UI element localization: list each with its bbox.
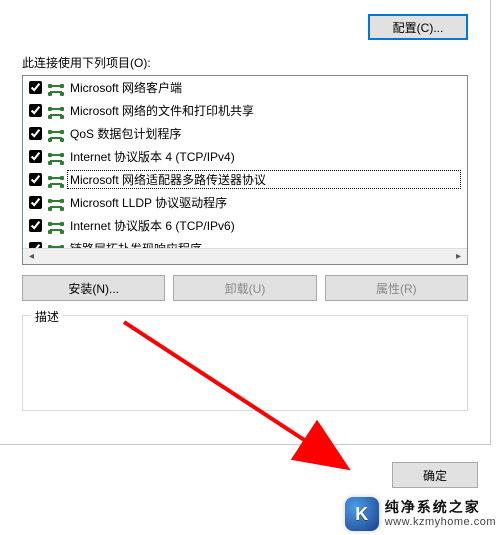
- network-protocol-icon: [48, 218, 64, 234]
- network-protocol-icon: [48, 103, 64, 119]
- list-item[interactable]: Microsoft 网络的文件和打印机共享: [23, 99, 467, 122]
- watermark-title: 纯净系统之家: [385, 500, 496, 515]
- scroll-track[interactable]: [40, 249, 450, 264]
- scroll-right-arrow[interactable]: ▸: [450, 249, 467, 264]
- watermark-logo-icon: K: [345, 497, 379, 531]
- network-protocol-icon: [48, 80, 64, 96]
- list-h-scrollbar[interactable]: ◂ ▸: [23, 248, 467, 264]
- item-checkbox[interactable]: [29, 127, 42, 140]
- uninstall-button[interactable]: 卸载(U): [173, 275, 316, 301]
- properties-button[interactable]: 属性(R): [325, 275, 468, 301]
- network-protocol-icon: [48, 241, 64, 249]
- item-checkbox[interactable]: [29, 173, 42, 186]
- list-item[interactable]: Microsoft 网络适配器多路传送器协议: [23, 168, 467, 191]
- network-protocol-icon: [48, 126, 64, 142]
- description-label: 描述: [31, 308, 63, 325]
- network-protocol-icon: [48, 172, 64, 188]
- list-item[interactable]: Internet 协议版本 6 (TCP/IPv6): [23, 214, 467, 237]
- watermark: K 纯净系统之家 www.kzmyhome.com: [345, 497, 496, 531]
- item-label: Internet 协议版本 4 (TCP/IPv4): [70, 148, 461, 165]
- item-label: 链路层拓扑发现响应程序: [70, 240, 461, 248]
- item-label: Microsoft 网络客户端: [70, 79, 461, 96]
- network-protocol-icon: [48, 195, 64, 211]
- item-label: Microsoft 网络的文件和打印机共享: [70, 102, 461, 119]
- scroll-left-arrow[interactable]: ◂: [23, 249, 40, 264]
- items-heading: 此连接使用下列项目(O):: [22, 54, 468, 71]
- configure-button[interactable]: 配置(C)...: [368, 14, 468, 40]
- item-checkbox[interactable]: [29, 81, 42, 94]
- network-protocol-icon: [48, 149, 64, 165]
- item-checkbox[interactable]: [29, 104, 42, 117]
- list-item[interactable]: Internet 协议版本 4 (TCP/IPv4): [23, 145, 467, 168]
- item-label: Microsoft 网络适配器多路传送器协议: [67, 170, 461, 189]
- item-label: Microsoft LLDP 协议驱动程序: [70, 194, 461, 211]
- network-items-list[interactable]: Microsoft 网络客户端 Microsoft 网络的文件和打印机共享 QoS …: [22, 75, 468, 265]
- list-item[interactable]: QoS 数据包计划程序: [23, 122, 467, 145]
- ok-button[interactable]: 确定: [392, 462, 478, 488]
- watermark-url: www.kzmyhome.com: [385, 516, 496, 528]
- install-button[interactable]: 安装(N)...: [22, 275, 165, 301]
- item-label: Internet 协议版本 6 (TCP/IPv6): [70, 217, 461, 234]
- item-label: QoS 数据包计划程序: [70, 125, 461, 142]
- description-group: 描述: [22, 315, 468, 411]
- item-checkbox[interactable]: [29, 150, 42, 163]
- list-item[interactable]: Microsoft LLDP 协议驱动程序: [23, 191, 467, 214]
- list-item[interactable]: Microsoft 网络客户端: [23, 76, 467, 99]
- list-item[interactable]: 链路层拓扑发现响应程序: [23, 237, 467, 248]
- item-checkbox[interactable]: [29, 219, 42, 232]
- item-checkbox[interactable]: [29, 196, 42, 209]
